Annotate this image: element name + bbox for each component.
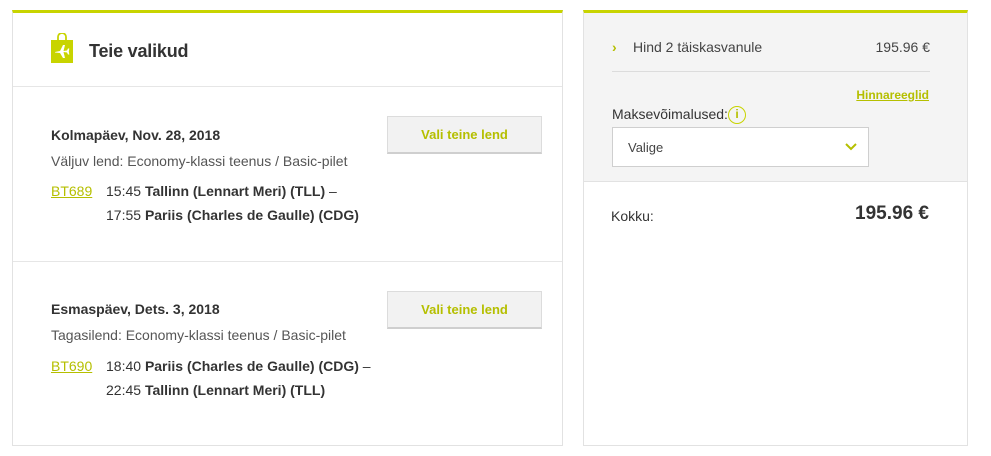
route-dash: – bbox=[329, 183, 337, 199]
price-summary-panel: › Hind 2 täiskasvanule 195.96 € Hinnaree… bbox=[583, 10, 968, 446]
payment-select-value: Valige bbox=[628, 140, 664, 155]
payment-label: Maksevõimalused: bbox=[612, 106, 728, 122]
arrival-time: 17:55 bbox=[106, 207, 142, 223]
total-value: 195.96 € bbox=[855, 203, 929, 224]
chevron-right-icon: › bbox=[612, 39, 617, 55]
selections-header: Teie valikud bbox=[13, 13, 562, 87]
arrival-place: Tallinn (Lennart Meri) (TLL) bbox=[144, 382, 326, 398]
flight-type: Väljuv lend: Economy-klassi teenus / Bas… bbox=[51, 153, 348, 169]
outbound-flight: Kolmapäev, Nov. 28, 2018 Väljuv lend: Ec… bbox=[13, 88, 562, 262]
departure-time: 18:40 bbox=[106, 358, 142, 374]
arrival-time: 22:45 bbox=[106, 382, 142, 398]
shopping-bag-plane-icon bbox=[51, 33, 73, 63]
departure-place: Pariis (Charles de Gaulle) (CDG) bbox=[144, 358, 359, 374]
departure-line: 18:40 Pariis (Charles de Gaulle) (CDG) – bbox=[106, 358, 371, 374]
departure-line: 15:45 Tallinn (Lennart Meri) (TLL) – bbox=[106, 183, 337, 199]
change-flight-button[interactable]: Vali teine lend bbox=[387, 116, 542, 154]
flight-date: Kolmapäev, Nov. 28, 2018 bbox=[51, 127, 221, 143]
chevron-down-icon bbox=[845, 143, 857, 151]
selections-panel: Teie valikud Kolmapäev, Nov. 28, 2018 Vä… bbox=[12, 10, 563, 446]
route-dash: – bbox=[362, 358, 371, 374]
flight-date: Esmaspäev, Dets. 3, 2018 bbox=[51, 301, 220, 317]
price-breakdown-toggle[interactable]: › Hind 2 täiskasvanule 195.96 € bbox=[612, 37, 930, 72]
departure-place: Tallinn (Lennart Meri) (TLL) bbox=[144, 183, 326, 199]
fare-rules-link[interactable]: Hinnareeglid bbox=[856, 88, 929, 102]
arrival-place: Pariis (Charles de Gaulle) (CDG) bbox=[144, 207, 359, 223]
arrival-line: 17:55 Pariis (Charles de Gaulle) (CDG) bbox=[106, 207, 359, 223]
price-label: Hind 2 täiskasvanule bbox=[633, 39, 763, 55]
page-title: Teie valikud bbox=[89, 41, 189, 61]
flight-number-link[interactable]: BT689 bbox=[51, 183, 92, 199]
arrival-line: 22:45 Tallinn (Lennart Meri) (TLL) bbox=[106, 382, 325, 398]
info-icon[interactable]: i bbox=[728, 106, 746, 124]
flight-number-link[interactable]: BT690 bbox=[51, 358, 92, 374]
total-label: Kokku: bbox=[611, 208, 654, 224]
flight-type: Tagasilend: Economy-klassi teenus / Basi… bbox=[51, 327, 346, 343]
change-flight-button[interactable]: Vali teine lend bbox=[387, 291, 542, 329]
price-details: › Hind 2 täiskasvanule 195.96 € Hinnaree… bbox=[584, 13, 967, 182]
departure-time: 15:45 bbox=[106, 183, 142, 199]
return-flight: Esmaspäev, Dets. 3, 2018 Tagasilend: Eco… bbox=[13, 263, 562, 443]
payment-method-select[interactable]: Valige bbox=[612, 127, 869, 167]
price-value: 195.96 € bbox=[875, 39, 931, 55]
